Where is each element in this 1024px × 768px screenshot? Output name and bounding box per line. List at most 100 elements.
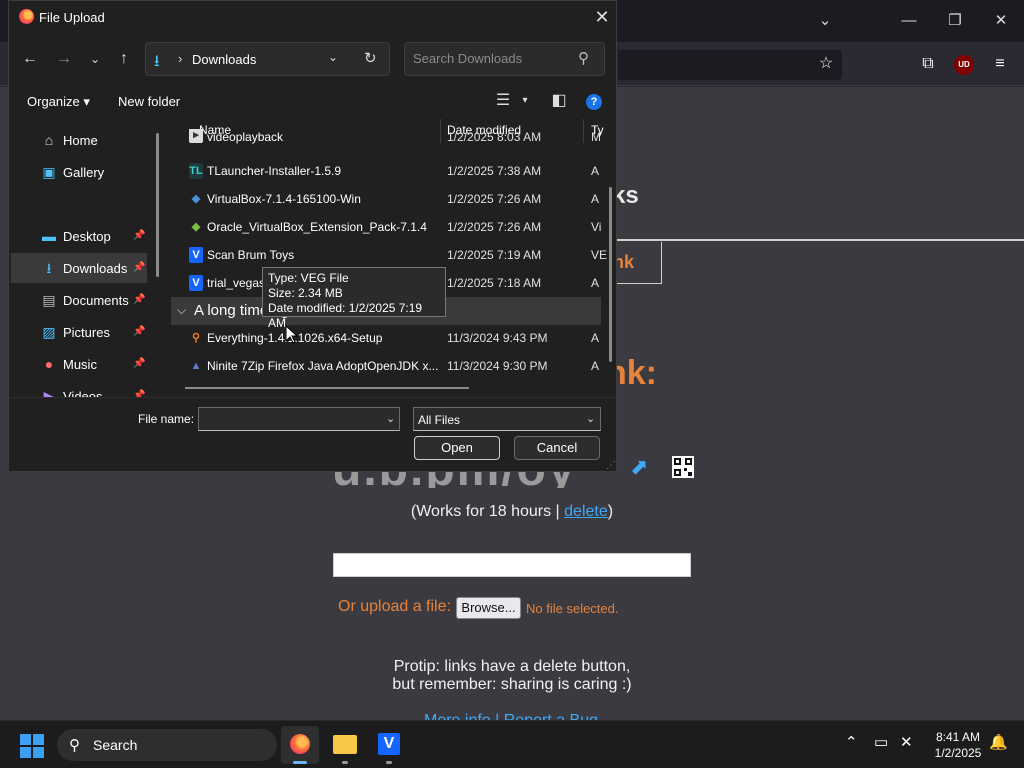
file-name-input[interactable] [199,408,379,430]
footer-links[interactable]: More info | Report a Bug [424,712,598,720]
taskbar-file-explorer[interactable] [326,726,364,764]
desktop-icon: ▬ [42,228,56,244]
ublock-icon[interactable]: UD [954,55,974,75]
music-icon: ● [44,356,54,372]
file-row[interactable]: ◆ VirtualBox-7.1.4-165100-Win 1/2/2025 7… [175,185,607,213]
extensions-icon[interactable]: ⧉ [914,50,942,78]
resize-grip-icon[interactable]: ⋰ [606,460,616,471]
clock[interactable]: 8:41 AM 1/2/2025 [926,729,990,761]
taskbar-search[interactable]: ⚲ Search [57,729,277,761]
horizontal-scrollbar[interactable] [185,387,469,389]
show-hidden-icons-chevron-icon[interactable]: ⌃ [845,733,858,751]
forward-arrow-icon[interactable]: → [51,45,77,73]
tlauncher-icon: TL [189,163,203,179]
address-bar[interactable]: ⭳ › Downloads ⌄ ↻ [145,42,390,76]
help-icon[interactable]: ? [586,94,602,110]
documents-icon: ▤ [42,292,56,308]
filter-dropdown-icon[interactable]: ⌄ [586,412,595,425]
nav-item-downloads[interactable]: ⭳ Downloads 📌 [11,253,147,283]
nav-item-music[interactable]: ● Music 📌 [11,349,147,379]
firefox-icon [290,734,310,754]
bookmark-star-icon[interactable]: ☆ [812,50,840,78]
page-divider [606,239,1024,241]
nav-item-documents[interactable]: ▤ Documents 📌 [11,285,147,315]
pin-icon: 📌 [133,262,146,273]
address-dropdown-icon[interactable]: ⌄ [328,50,338,64]
mouse-cursor-icon [286,326,298,344]
nav-item-videos[interactable]: ▶ Videos 📌 [11,381,147,397]
file-type-filter[interactable]: All Files ⌄ [413,407,601,431]
refresh-icon[interactable]: ↻ [364,49,377,67]
windows-start-icon[interactable] [20,734,44,758]
text-area[interactable] [333,553,691,577]
file-row[interactable]: ◆ Oracle_VirtualBox_Extension_Pack-7.1.4… [175,213,607,241]
volume-muted-icon[interactable]: ✕ [900,733,913,751]
virtualbox-icon: ◆ [191,193,201,205]
back-arrow-icon[interactable]: ← [17,45,43,73]
search-downloads[interactable]: ⚲ [404,42,605,76]
dialog-title-bar: File Upload ✕ [9,1,616,33]
cancel-button[interactable]: Cancel [514,436,600,460]
maximize-icon[interactable]: ❐ [940,8,970,34]
file-name-dropdown-icon[interactable]: ⌄ [386,412,395,425]
breadcrumb-downloads[interactable]: Downloads [192,52,256,67]
notifications-bell-icon[interactable]: 🔔 [989,733,1008,751]
file-row[interactable]: V Scan Brum Toys 1/2/2025 7:19 AM VE [175,241,607,269]
nav-item-home[interactable]: ⌂ Home [11,125,147,155]
network-icon[interactable]: ▭ [874,733,888,751]
nav-item-pictures[interactable]: ▨ Pictures 📌 [11,317,147,347]
url-bar[interactable] [618,50,842,80]
file-row[interactable]: TL TLauncher-Installer-1.5.9 1/2/2025 7:… [175,157,607,185]
tab-list-chevron-icon[interactable]: ⌄ [810,8,840,34]
close-window-icon[interactable]: ✕ [986,8,1016,34]
collapse-chevron-icon[interactable]: ⌵ [177,303,186,318]
minimize-icon[interactable]: — [894,8,924,34]
file-row[interactable]: ▸ videoplayback 1/2/2025 8:03 AM M [175,129,607,147]
upload-label: Or upload a file: [338,598,451,615]
download-icon: ⭳ [46,260,52,276]
home-icon: ⌂ [44,132,54,148]
video-file-icon: ▸ [189,129,203,143]
no-file-label: No file selected. [526,601,619,616]
videos-icon: ▶ [43,388,55,397]
close-dialog-icon[interactable]: ✕ [589,4,615,30]
file-row[interactable]: ▲ Ninite 7Zip Firefox Java AdoptOpenJDK … [175,352,607,380]
menu-icon[interactable]: ≡ [986,50,1014,78]
search-icon: ⚲ [69,737,80,754]
file-name-field[interactable]: ⌄ [198,407,400,431]
taskbar-vegas[interactable]: V [370,726,408,764]
search-icon[interactable]: ⚲ [578,49,589,67]
file-tooltip: Type: VEG File Size: 2.34 MB Date modifi… [262,267,446,330]
file-upload-dialog: File Upload ✕ ← → ⌄ ↑ ⭳ › Downloads ⌄ ↻ … [8,0,617,472]
browse-button[interactable]: Browse... [456,597,521,619]
file-list-scrollbar[interactable] [609,187,612,362]
file-list: Name Date modified Ty ▸ videoplayback 1/… [167,119,607,397]
navigation-pane: ⌂ Home ▣ Gallery ▬ Desktop 📌 ⭳ Downloads… [9,119,157,397]
qr-code-icon[interactable] [672,456,694,478]
pin-icon: 📌 [133,230,146,241]
organize-menu[interactable]: Organize ▾ [27,94,90,110]
download-icon: ⭳ [154,53,160,70]
breadcrumb-chevron-icon: › [178,51,183,66]
nav-item-gallery[interactable]: ▣ Gallery [11,157,147,187]
pin-icon: 📌 [133,358,146,369]
external-link-icon[interactable]: ⬈ [630,455,654,479]
gallery-icon: ▣ [42,164,56,180]
vegas-icon: V [189,275,203,291]
protip: Protip: links have a delete button, but r… [392,658,632,693]
delete-link[interactable]: delete [564,503,608,520]
search-input[interactable] [413,51,573,66]
new-folder-button[interactable]: New folder [118,94,180,109]
preview-pane-icon[interactable]: ◧ [546,90,572,112]
up-arrow-icon[interactable]: ↑ [111,45,137,73]
nav-scrollbar[interactable] [156,133,159,277]
taskbar-firefox[interactable] [281,726,319,764]
pictures-icon: ▨ [42,324,56,340]
ninite-icon: ▲ [190,360,202,372]
pin-icon: 📌 [133,390,146,397]
open-button[interactable]: Open [414,436,500,460]
nav-item-desktop[interactable]: ▬ Desktop 📌 [11,221,147,251]
view-options-dropdown-icon[interactable]: ▾ [512,90,538,112]
recent-locations-chevron-icon[interactable]: ⌄ [82,45,108,73]
pin-icon: 📌 [133,294,146,305]
